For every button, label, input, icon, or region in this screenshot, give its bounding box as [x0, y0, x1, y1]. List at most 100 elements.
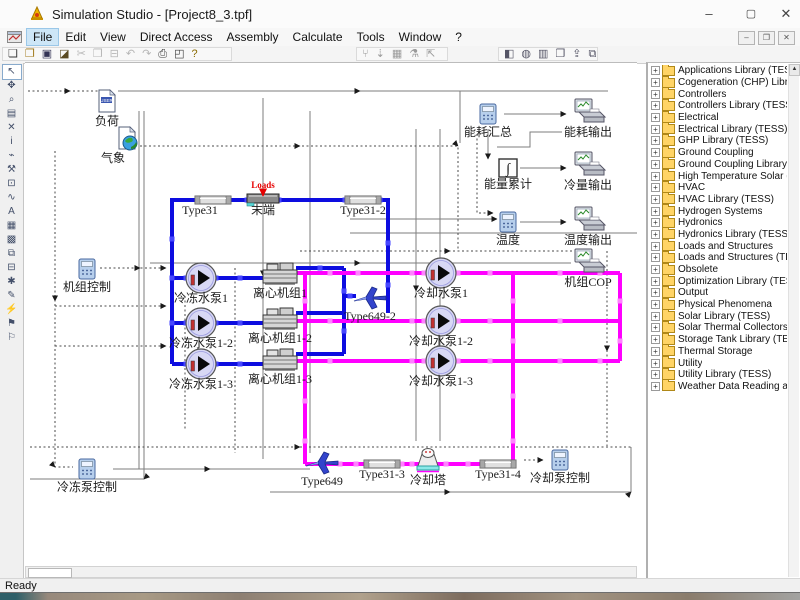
tree-view-icon[interactable]: ⑂ — [362, 48, 369, 61]
library-item-controllers[interactable]: +Controllers — [651, 88, 787, 100]
expand-icon[interactable]: + — [651, 370, 660, 379]
pen-tool-icon[interactable]: ✎ — [3, 289, 21, 303]
delete-tool-icon[interactable]: ✕ — [3, 121, 21, 135]
expand-icon[interactable]: + — [651, 172, 660, 181]
expand-icon[interactable]: + — [651, 288, 660, 297]
expand-icon[interactable]: + — [651, 125, 660, 134]
canvas-horizontal-scrollbar[interactable] — [25, 566, 637, 578]
settings-gear-tool-icon[interactable]: ✱ — [3, 275, 21, 289]
tile-vertical-icon[interactable]: ▥ — [538, 48, 548, 61]
library-item-hydrogen-systems[interactable]: +Hydrogen Systems — [651, 205, 787, 217]
expand-icon[interactable]: + — [651, 136, 660, 145]
library-item-thermal-storage[interactable]: +Thermal Storage — [651, 346, 787, 358]
expand-icon[interactable]: + — [651, 359, 660, 368]
expand-icon[interactable]: + — [651, 101, 660, 110]
library-item-utility-library-tess[interactable]: +Utility Library (TESS) — [651, 369, 787, 381]
save-icon[interactable]: ▣ — [42, 48, 52, 61]
menu-view[interactable]: View — [93, 29, 133, 45]
library-item-hvac-library-tess[interactable]: +HVAC Library (TESS) — [651, 194, 787, 206]
save-project-icon[interactable]: ◪ — [59, 48, 69, 61]
signal-link-tool-icon[interactable]: ∿ — [3, 191, 21, 205]
library-item-physical-phenomena[interactable]: +Physical Phenomena — [651, 299, 787, 311]
minimize-button[interactable]: – — [688, 0, 730, 28]
menu-calculate[interactable]: Calculate — [286, 29, 350, 45]
tile-horizontal-icon[interactable]: ◍ — [521, 48, 531, 61]
plug-link-tool-icon[interactable]: ⌁ — [3, 149, 21, 163]
library-item-weather-data-reading-and-process[interactable]: +Weather Data Reading and Process — [651, 381, 787, 393]
library-item-loads-and-structures[interactable]: +Loads and Structures — [651, 240, 787, 252]
expand-icon[interactable]: + — [651, 230, 660, 239]
cut-icon[interactable]: ✂ — [77, 48, 86, 61]
canvas-node-temp-calc[interactable]: 温度 — [496, 212, 520, 247]
expand-icon[interactable]: + — [651, 66, 660, 75]
expand-icon[interactable]: + — [651, 347, 660, 356]
expand-icon[interactable]: + — [651, 312, 660, 321]
library-item-hydronics[interactable]: +Hydronics — [651, 217, 787, 229]
library-item-electrical-library-tess[interactable]: +Electrical Library (TESS) — [651, 123, 787, 135]
child-minimize-button[interactable]: – — [738, 31, 755, 45]
library-item-solar-thermal-collectors[interactable]: +Solar Thermal Collectors — [651, 322, 787, 334]
run-tool-icon[interactable]: ⚡ — [3, 303, 21, 317]
menu-edit[interactable]: Edit — [58, 29, 93, 45]
new-icon[interactable]: ❏ — [8, 48, 18, 61]
snapshot-tool-icon[interactable]: ▤ — [3, 107, 21, 121]
menu-window[interactable]: Window — [392, 29, 449, 45]
canvas-node-type31-3[interactable]: Type31-3 — [359, 460, 405, 481]
child-restore-button[interactable]: ❐ — [758, 31, 775, 45]
expand-icon[interactable]: + — [651, 382, 660, 391]
library-item-loads-and-structures-tess[interactable]: +Loads and Structures (TESS) — [651, 252, 787, 264]
project-document-icon[interactable] — [7, 31, 22, 43]
canvas-node-load-file[interactable]: USER负荷 — [95, 90, 119, 128]
expand-icon[interactable]: + — [651, 78, 660, 87]
library-item-storage-tank-library-tess[interactable]: +Storage Tank Library (TESS) — [651, 334, 787, 346]
project-canvas[interactable]: USER负荷气象Type31末端Type31-2能耗汇总能耗输出∫能量累计冷量输… — [25, 62, 637, 567]
library-item-output[interactable]: +Output — [651, 287, 787, 299]
redo-icon[interactable]: ↷ — [142, 48, 151, 61]
library-item-solar-library-tess[interactable]: +Solar Library (TESS) — [651, 310, 787, 322]
menu-direct-access[interactable]: Direct Access — [133, 29, 220, 45]
library-item-controllers-library-tess[interactable]: +Controllers Library (TESS) — [651, 100, 787, 112]
library-item-obsolete[interactable]: +Obsolete — [651, 264, 787, 276]
select-tool-icon[interactable]: ↖ — [3, 65, 21, 79]
menu-tools[interactable]: Tools — [350, 29, 392, 45]
bring-front-tool-icon[interactable]: ⧉ — [3, 247, 21, 261]
expand-icon[interactable]: + — [651, 195, 660, 204]
library-item-ground-coupling-library-tess[interactable]: +Ground Coupling Library (TESS) — [651, 159, 787, 171]
expand-icon[interactable]: + — [651, 335, 660, 344]
zoom-tool-icon[interactable]: ⌕ — [3, 93, 21, 107]
canvas-node-terminal[interactable]: 末端 — [247, 194, 279, 217]
undo-icon[interactable]: ↶ — [126, 48, 135, 61]
library-item-hydronics-library-tess[interactable]: +Hydronics Library (TESS) — [651, 229, 787, 241]
assembly-mode-icon[interactable]: ⚗ — [409, 48, 419, 61]
flag-tool-icon[interactable]: ⚑ — [3, 317, 21, 331]
expand-icon[interactable]: + — [651, 113, 660, 122]
expand-icon[interactable]: + — [651, 218, 660, 227]
menu-file[interactable]: File — [27, 29, 58, 45]
print-icon[interactable]: ⎙ — [158, 48, 167, 61]
paste-icon[interactable]: ⊟ — [110, 48, 119, 61]
menu-?[interactable]: ? — [448, 29, 469, 45]
library-item-hvac[interactable]: +HVAC — [651, 182, 787, 194]
grid-view-icon[interactable]: ▦ — [392, 48, 402, 61]
insert-icon[interactable]: ⇣ — [376, 48, 385, 61]
expand-icon[interactable]: + — [651, 160, 660, 169]
close-button[interactable]: ✕ — [772, 0, 800, 28]
pattern-tool-icon[interactable]: ▩ — [3, 233, 21, 247]
library-item-ground-coupling[interactable]: +Ground Coupling — [651, 147, 787, 159]
copy-icon[interactable]: ❒ — [93, 48, 103, 61]
arrange-icon[interactable]: ⇪ — [572, 48, 581, 61]
child-close-button[interactable]: ✕ — [778, 31, 795, 45]
library-item-high-temperature-solar-tess[interactable]: +High Temperature Solar (TESS) — [651, 170, 787, 182]
text-tool-icon[interactable]: A — [3, 205, 21, 219]
maximize-button[interactable]: ▢ — [730, 0, 772, 28]
canvas-node-type31-2[interactable]: Type31-2 — [340, 196, 386, 217]
close-window-icon[interactable]: ⧉ — [589, 48, 597, 61]
info-tool-icon[interactable]: i — [3, 135, 21, 149]
flag-outline-tool-icon[interactable]: ⚐ — [3, 331, 21, 345]
expand-icon[interactable]: + — [651, 183, 660, 192]
library-item-utility[interactable]: +Utility — [651, 357, 787, 369]
library-item-ghp-library-tess[interactable]: +GHP Library (TESS) — [651, 135, 787, 147]
print-preview-icon[interactable]: ◰ — [174, 48, 184, 61]
stamp-tool-icon[interactable]: ⊡ — [3, 177, 21, 191]
expand-icon[interactable]: + — [651, 253, 660, 262]
